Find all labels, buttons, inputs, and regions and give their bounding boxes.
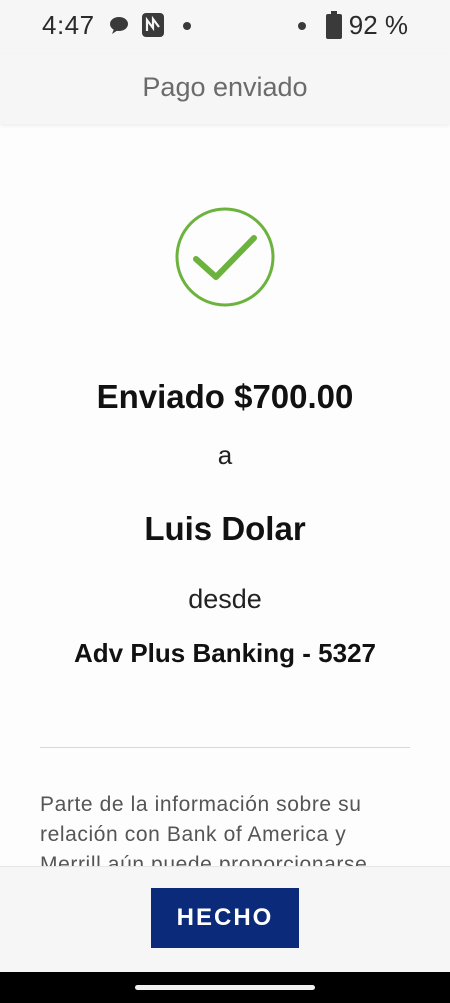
home-gesture-handle[interactable]: [135, 985, 315, 990]
footer: HECHO: [0, 866, 450, 973]
app-notification-icon: [141, 12, 165, 43]
payment-sent-screen: 4:47 92 % Pago enviado Enviado $700.00 a…: [0, 0, 450, 1003]
notification-dot-icon: [183, 22, 191, 30]
done-button[interactable]: HECHO: [151, 888, 299, 948]
page-title: Pago enviado: [142, 72, 308, 102]
message-icon: [108, 14, 130, 41]
source-account: Adv Plus Banking - 5327: [74, 638, 376, 668]
divider: [40, 747, 410, 748]
disclaimer-text: Parte de la información sobre su relació…: [40, 793, 368, 868]
navigation-bar: [0, 972, 450, 1003]
recipient-name: Luis Dolar: [144, 510, 306, 547]
battery-icon: [326, 11, 342, 44]
success-check-icon: [174, 206, 276, 308]
status-time: 4:47: [42, 10, 95, 40]
status-bar: 4:47 92 %: [0, 0, 450, 54]
sent-amount: Enviado $700.00: [96, 378, 354, 415]
notification-dot-icon: [298, 22, 306, 30]
app-header: Pago enviado: [0, 54, 450, 124]
from-connector-text: desde: [188, 584, 262, 614]
to-connector-text: a: [217, 440, 233, 470]
battery-percentage: 92 %: [348, 10, 408, 40]
